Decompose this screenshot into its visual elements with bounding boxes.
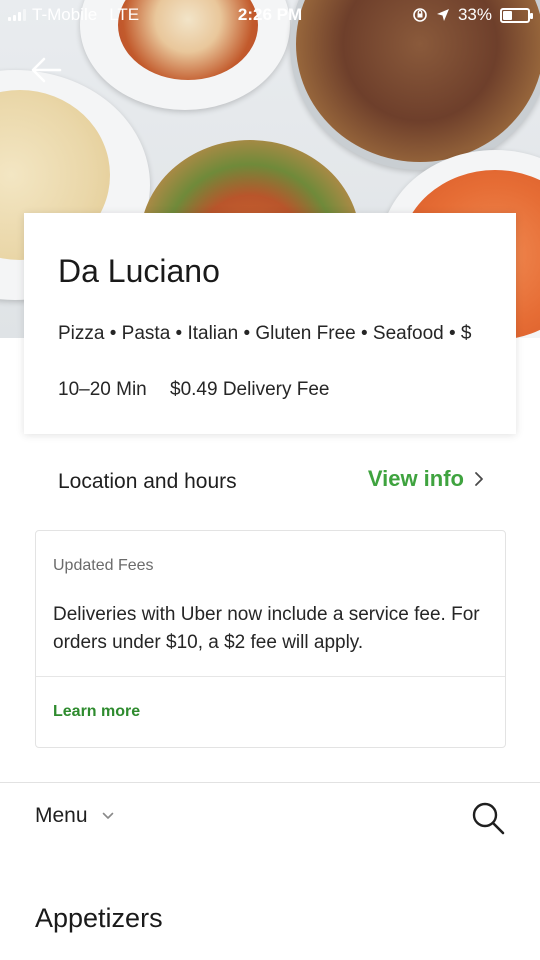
- battery-level: [503, 10, 512, 20]
- battery-percent: 33%: [457, 5, 492, 24]
- location-hours-row: Location and hours View info: [0, 450, 540, 516]
- arrow-left-icon: [31, 57, 62, 83]
- updated-fees-notice: Updated Fees Deliveries with Uber now in…: [35, 530, 506, 748]
- battery-icon: [500, 7, 533, 23]
- search-icon: [472, 802, 505, 835]
- menu-dropdown[interactable]: Menu: [35, 804, 114, 828]
- fees-body: Deliveries with Uber now include a servi…: [53, 604, 480, 653]
- chevron-right-icon: [475, 472, 483, 486]
- restaurant-name: Da Luciano: [58, 253, 220, 289]
- chevron-down-icon: [102, 812, 113, 819]
- learn-more-link[interactable]: Learn more: [53, 703, 140, 721]
- section-divider: [0, 782, 540, 783]
- status-bar: T-Mobile LTE 2:26 PM 33%: [0, 0, 540, 32]
- menu-label: Menu: [35, 804, 88, 827]
- section-title-appetizers: Appetizers: [35, 903, 163, 933]
- status-right: 33%: [412, 5, 533, 25]
- delivery-fee: $0.49 Delivery Fee: [170, 379, 330, 400]
- fees-divider: [36, 676, 505, 677]
- delivery-meta: 10–20 Min $0.49 Delivery Fee: [58, 379, 329, 401]
- view-info-link[interactable]: View info: [368, 466, 484, 492]
- orientation-lock-icon: [413, 8, 427, 22]
- location-hours-label: Location and hours: [58, 470, 237, 493]
- search-button[interactable]: [470, 800, 506, 836]
- delivery-time: 10–20 Min: [58, 379, 147, 400]
- back-button[interactable]: [28, 52, 64, 88]
- restaurant-info-card: Da Luciano Pizza • Pasta • Italian • Glu…: [24, 213, 516, 434]
- restaurant-categories: Pizza • Pasta • Italian • Gluten Free • …: [58, 323, 472, 344]
- location-arrow-icon: [436, 9, 449, 21]
- view-info-label: View info: [367, 466, 464, 491]
- fees-title: Updated Fees: [53, 557, 154, 574]
